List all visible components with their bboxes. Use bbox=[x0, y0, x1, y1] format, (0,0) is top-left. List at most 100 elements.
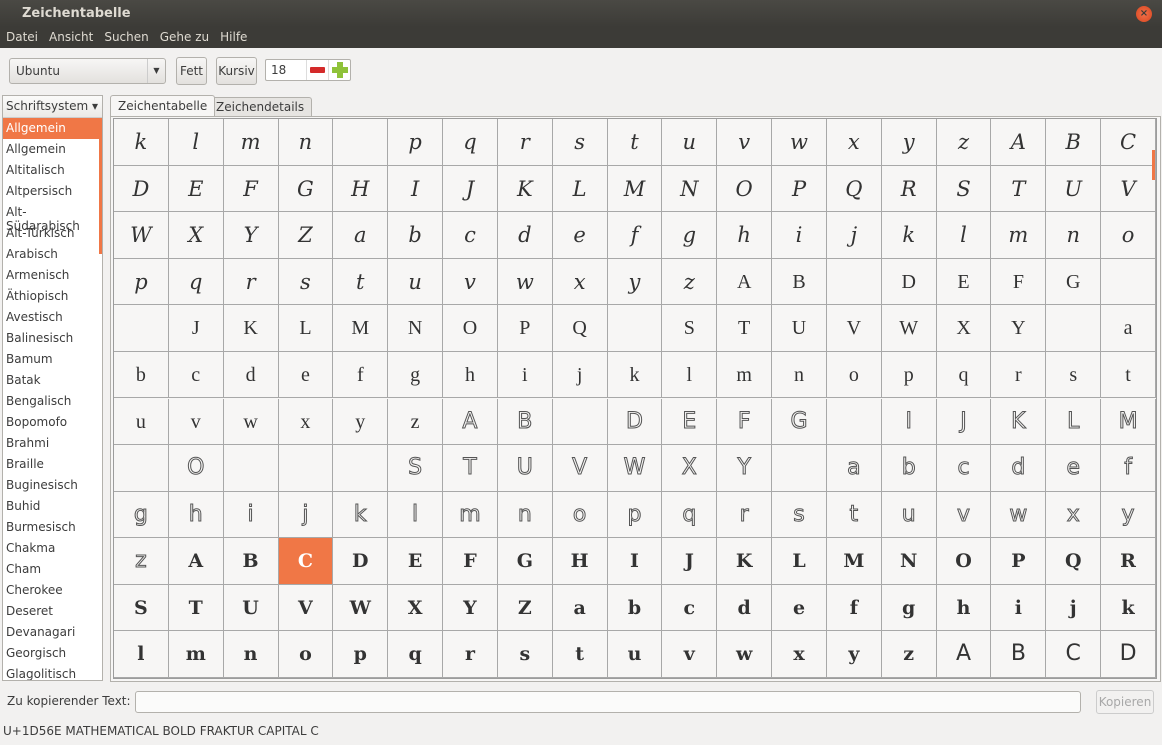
grid-cell[interactable]: q bbox=[168, 258, 224, 306]
grid-cell[interactable] bbox=[772, 445, 827, 492]
grid-cell[interactable] bbox=[333, 445, 389, 492]
grid-cell[interactable]: e bbox=[772, 584, 827, 632]
grid-cell[interactable]: e bbox=[1046, 445, 1102, 492]
grid-cell[interactable]: p bbox=[881, 351, 937, 399]
grid-cell[interactable]: U bbox=[772, 305, 827, 352]
grid-cell[interactable]: z bbox=[881, 631, 937, 678]
grid-cell[interactable]: c bbox=[662, 584, 718, 632]
grid-cell[interactable]: m bbox=[223, 119, 279, 166]
grid-cell[interactable]: I bbox=[388, 165, 444, 213]
grid-cell[interactable]: o bbox=[552, 491, 608, 539]
grid-cell[interactable]: k bbox=[881, 212, 937, 259]
grid-cell[interactable]: L bbox=[552, 165, 608, 213]
sidebar-item[interactable]: Avestisch bbox=[3, 307, 102, 328]
grid-cell[interactable]: B bbox=[991, 631, 1047, 678]
tab-zeichendetails[interactable]: Zeichendetails bbox=[208, 97, 313, 116]
grid-cell[interactable]: O bbox=[936, 538, 992, 585]
grid-cell[interactable]: o bbox=[278, 631, 334, 678]
grid-scrollbar[interactable] bbox=[1152, 150, 1155, 180]
grid-cell[interactable]: h bbox=[443, 351, 498, 399]
grid-cell[interactable]: j bbox=[278, 491, 334, 539]
grid-cell[interactable]: v bbox=[662, 631, 718, 678]
grid-cell[interactable]: l bbox=[168, 119, 224, 166]
grid-cell[interactable]: D bbox=[607, 398, 663, 446]
grid-cell[interactable]: z bbox=[936, 119, 992, 166]
grid-cell[interactable]: o bbox=[826, 351, 882, 399]
grid-cell[interactable]: m bbox=[168, 631, 224, 678]
grid-cell[interactable]: w bbox=[991, 491, 1047, 539]
grid-cell[interactable]: j bbox=[826, 212, 882, 259]
grid-cell[interactable]: D bbox=[333, 538, 389, 585]
grid-cell[interactable]: e bbox=[278, 351, 334, 399]
grid-cell[interactable]: d bbox=[717, 584, 773, 632]
grid-cell[interactable]: l bbox=[114, 631, 169, 678]
grid-cell[interactable]: r bbox=[223, 258, 279, 306]
grid-cell[interactable]: K bbox=[223, 305, 279, 352]
grid-cell[interactable]: c bbox=[936, 445, 992, 492]
grid-cell[interactable]: W bbox=[333, 584, 389, 632]
grid-cell[interactable]: E bbox=[388, 538, 444, 585]
grid-cell[interactable]: j bbox=[552, 351, 608, 399]
grid-cell[interactable]: Y bbox=[717, 445, 773, 492]
grid-cell[interactable] bbox=[1046, 305, 1102, 352]
grid-cell[interactable]: u bbox=[662, 119, 718, 166]
grid-cell[interactable]: f bbox=[1101, 445, 1156, 492]
grid-cell[interactable]: v bbox=[443, 258, 498, 306]
sidebar-item[interactable]: Burmesisch bbox=[3, 517, 102, 538]
sidebar-item[interactable]: Buhid bbox=[3, 496, 102, 517]
grid-cell[interactable]: r bbox=[717, 491, 773, 539]
sidebar-item[interactable]: Georgisch bbox=[3, 643, 102, 664]
grid-cell[interactable]: P bbox=[991, 538, 1047, 585]
grid-cell[interactable]: v bbox=[717, 119, 773, 166]
grid-cell[interactable]: y bbox=[881, 119, 937, 166]
grid-cell[interactable]: w bbox=[772, 119, 827, 166]
grid-cell[interactable]: d bbox=[497, 212, 553, 259]
grid-cell[interactable]: z bbox=[662, 258, 718, 306]
script-list[interactable]: Schriftsystem ▾ Allgemein Allgemein Altita… bbox=[2, 95, 103, 681]
grid-cell[interactable] bbox=[1101, 258, 1156, 306]
grid-cell[interactable]: N bbox=[662, 165, 718, 213]
tab-zeichentabelle[interactable]: Zeichentabelle bbox=[110, 95, 216, 118]
grid-cell[interactable]: g bbox=[114, 491, 169, 539]
menu-suchen[interactable]: Suchen bbox=[98, 27, 153, 44]
grid-cell[interactable]: u bbox=[881, 491, 937, 539]
grid-cell[interactable]: Y bbox=[443, 584, 498, 632]
grid-cell[interactable]: M bbox=[1101, 398, 1156, 446]
grid-cell[interactable] bbox=[114, 445, 169, 492]
grid-cell[interactable]: k bbox=[1101, 584, 1156, 632]
sidebar-item[interactable]: Chakma bbox=[3, 538, 102, 559]
grid-cell[interactable] bbox=[333, 119, 389, 166]
grid-cell[interactable]: M bbox=[826, 538, 882, 585]
grid-cell[interactable]: h bbox=[168, 491, 224, 539]
sidebar-item[interactable]: Cham bbox=[3, 559, 102, 580]
grid-cell[interactable]: d bbox=[223, 351, 279, 399]
grid-cell[interactable]: K bbox=[717, 538, 773, 585]
minus-icon[interactable] bbox=[306, 60, 328, 80]
grid-cell[interactable]: m bbox=[991, 212, 1047, 259]
grid-cell[interactable] bbox=[114, 305, 169, 352]
grid-cell[interactable]: L bbox=[278, 305, 334, 352]
grid-cell[interactable]: n bbox=[497, 491, 553, 539]
grid-cell[interactable]: V bbox=[826, 305, 882, 352]
grid-cell[interactable]: W bbox=[114, 212, 169, 259]
sidebar-item[interactable]: Allgemein bbox=[3, 118, 102, 139]
grid-cell[interactable]: E bbox=[168, 165, 224, 213]
grid-cell[interactable]: t bbox=[1101, 351, 1156, 399]
sidebar-item[interactable]: Batak bbox=[3, 370, 102, 391]
grid-cell[interactable]: I bbox=[881, 398, 937, 446]
grid-cell[interactable]: V bbox=[552, 445, 608, 492]
sidebar-item[interactable]: Altitalisch bbox=[3, 160, 102, 181]
grid-cell[interactable]: r bbox=[497, 119, 553, 166]
copy-button[interactable]: Kopieren bbox=[1096, 690, 1154, 714]
grid-cell[interactable]: f bbox=[333, 351, 389, 399]
close-icon[interactable]: × bbox=[1136, 6, 1152, 22]
grid-cell[interactable]: F bbox=[443, 538, 498, 585]
grid-cell[interactable]: Q bbox=[826, 165, 882, 213]
font-size-spinner[interactable]: 18 bbox=[265, 59, 351, 81]
grid-cell[interactable]: a bbox=[552, 584, 608, 632]
grid-cell[interactable]: c bbox=[443, 212, 498, 259]
grid-cell[interactable]: x bbox=[826, 119, 882, 166]
font-size-value[interactable]: 18 bbox=[271, 63, 286, 77]
grid-cell[interactable]: Z bbox=[497, 584, 553, 632]
grid-cell[interactable]: g bbox=[388, 351, 444, 399]
